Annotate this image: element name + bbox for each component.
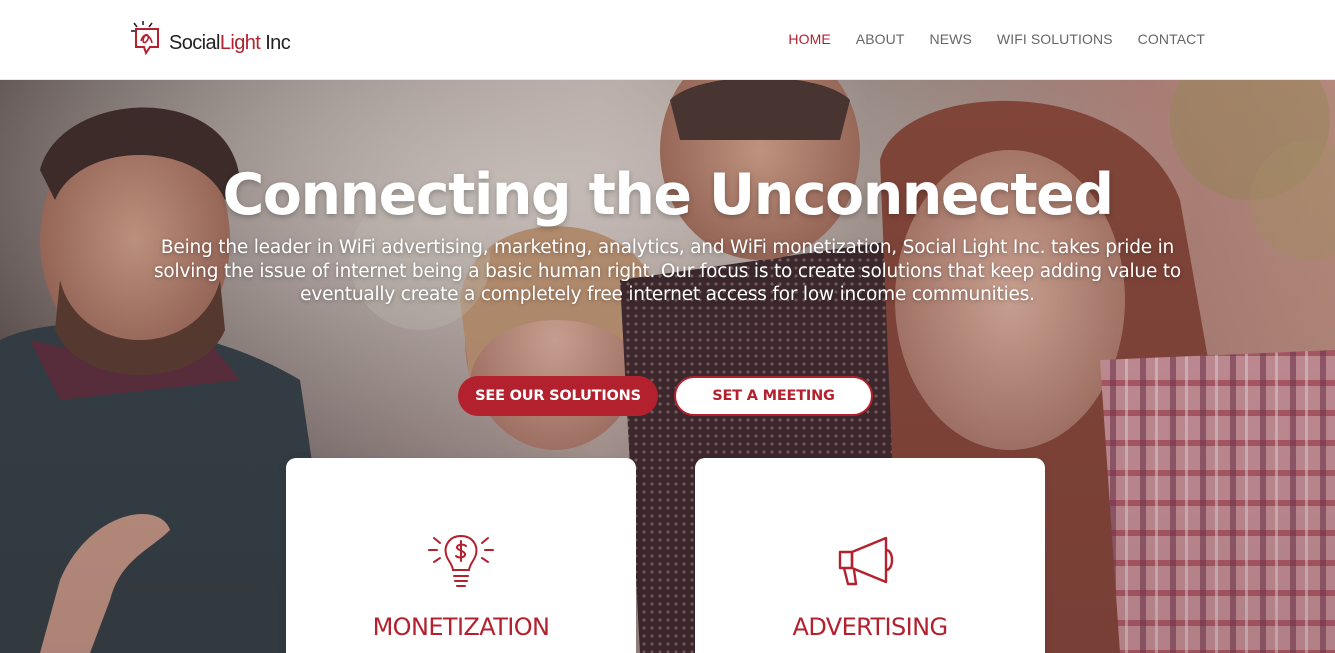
set-a-meeting-button[interactable]: SET A MEETING [674,376,873,416]
nav-home[interactable]: HOME [788,31,830,47]
logo[interactable]: SocialLight Inc [128,17,291,61]
hero-subtitle-line: Being the leader in WiFi advertising, ma… [160,237,1175,258]
hero-section: Connecting the Unconnected Being the lea… [0,80,1335,653]
advertising-card[interactable]: ADVERTISING [695,458,1045,653]
hero-subtitle-line: eventually create a completely free inte… [300,284,1035,305]
logo-icon [128,19,168,59]
card-title: ADVERTISING [792,613,949,641]
main-nav: HOME ABOUT NEWS WIFI SOLUTIONS CONTACT [788,31,1205,47]
nav-news[interactable]: NEWS [930,31,972,47]
hero-subtitle: Being the leader in WiFi advertising, ma… [130,236,1205,307]
site-header: SocialLight Inc HOME ABOUT NEWS WIFI SOL… [0,0,1335,80]
nav-wifi-solutions[interactable]: WIFI SOLUTIONS [997,31,1113,47]
megaphone-icon [834,532,906,592]
lightbulb-dollar-icon [425,532,497,592]
card-title: MONETIZATION [372,613,550,641]
nav-contact[interactable]: CONTACT [1138,31,1205,47]
nav-about[interactable]: ABOUT [856,31,905,47]
monetization-card[interactable]: MONETIZATION [286,458,636,653]
see-our-solutions-button[interactable]: SEE OUR SOLUTIONS [458,376,658,416]
hero-title: Connecting the Unconnected [222,162,1114,228]
logo-text: SocialLight Inc [169,31,291,54]
hero-subtitle-line: solving the issue of internet being a ba… [153,260,1181,282]
